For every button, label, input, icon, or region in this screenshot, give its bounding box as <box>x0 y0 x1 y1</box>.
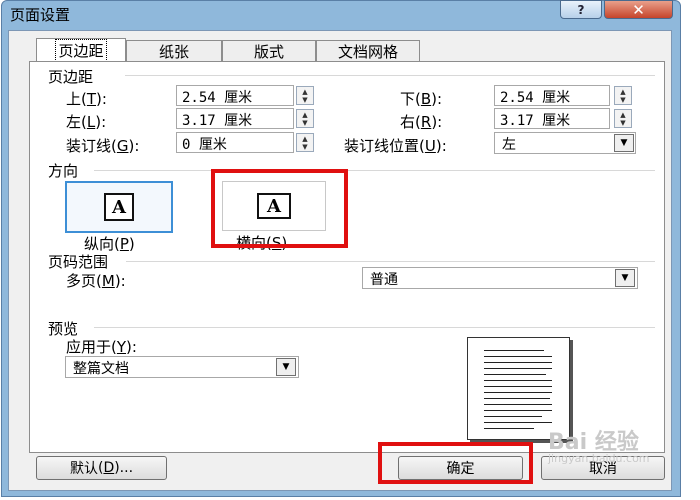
chevron-down-icon: ▼ <box>620 138 628 148</box>
left-margin-spinner[interactable]: ▲ ▼ <box>296 109 314 128</box>
chevron-down-icon: ▼ <box>621 273 629 283</box>
orientation-group-title: 方向 <box>48 162 79 180</box>
landscape-highlight-box <box>211 169 348 248</box>
left-margin-input[interactable]: 3.17 厘米 <box>176 108 294 129</box>
help-icon: ? <box>577 2 585 17</box>
right-margin-label: 右(R): <box>400 113 443 131</box>
multi-pages-dropdown[interactable]: ▼ <box>615 269 635 287</box>
gutter-label: 装订线(G): <box>66 137 140 155</box>
top-margin-spinner[interactable]: ▲ ▼ <box>296 86 314 105</box>
dialog-title: 页面设置 <box>10 6 71 24</box>
bottom-margin-label: 下(B): <box>400 90 443 108</box>
close-icon: ✕ <box>632 0 645 19</box>
gutter-input[interactable]: 0 厘米 <box>176 132 294 153</box>
left-margin-label: 左(L): <box>66 113 107 131</box>
gutter-position-dropdown[interactable]: ▼ <box>614 134 634 152</box>
ok-highlight-box <box>378 442 533 484</box>
default-button[interactable]: 默认(D)... <box>36 456 167 480</box>
preview-separator <box>94 327 655 328</box>
pages-separator <box>126 261 655 262</box>
gutter-position-label: 装订线位置(U): <box>344 137 447 155</box>
pages-group-title: 页码范围 <box>48 253 109 271</box>
tab-document-grid[interactable]: 文档网格 <box>316 40 420 62</box>
multi-pages-select[interactable]: 普通 <box>362 267 638 289</box>
tab-margins[interactable]: 页边距 <box>36 38 126 62</box>
tab-paper[interactable]: 纸张 <box>126 40 222 62</box>
chevron-down-icon: ▼ <box>282 362 290 372</box>
bottom-margin-spinner[interactable]: ▲ ▼ <box>614 86 632 105</box>
orientation-separator <box>94 170 655 171</box>
apply-to-label: 应用于(Y): <box>66 338 137 356</box>
top-margin-label: 上(T): <box>66 90 107 108</box>
apply-to-dropdown[interactable]: ▼ <box>276 358 296 376</box>
portrait-page-icon: A <box>104 193 134 221</box>
watermark-url: jingyan.baidu.com <box>548 452 650 465</box>
multi-pages-label: 多页(M): <box>66 272 126 290</box>
top-margin-input[interactable]: 2.54 厘米 <box>176 85 294 106</box>
tab-layout[interactable]: 版式 <box>222 40 316 62</box>
right-margin-spinner[interactable]: ▲ ▼ <box>614 109 632 128</box>
help-button[interactable]: ? <box>560 0 602 19</box>
bottom-margin-input[interactable]: 2.54 厘米 <box>494 85 610 106</box>
apply-to-select[interactable]: 整篇文档 <box>65 356 299 378</box>
margins-group-title: 页边距 <box>48 68 94 86</box>
right-margin-input[interactable]: 3.17 厘米 <box>494 108 610 129</box>
close-button[interactable]: ✕ <box>604 0 673 19</box>
gutter-spinner[interactable]: ▲ ▼ <box>296 133 314 152</box>
margins-separator <box>125 75 655 76</box>
portrait-option[interactable]: A <box>65 181 173 233</box>
